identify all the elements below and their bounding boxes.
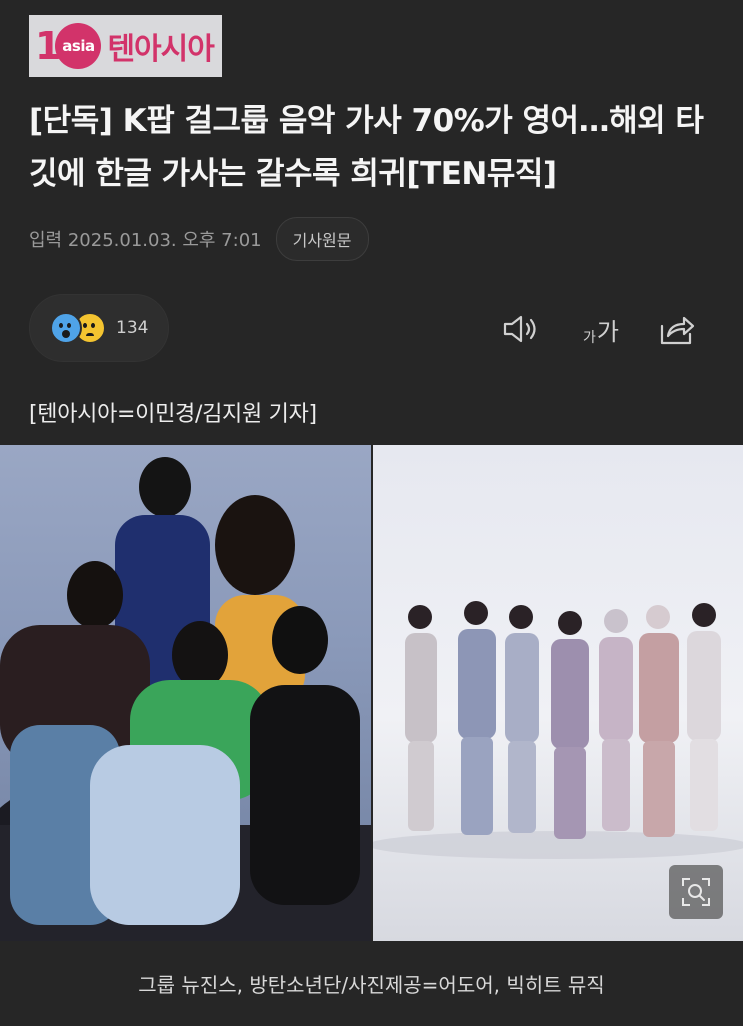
publish-date: 입력 2025.01.03. 오후 7:01: [29, 230, 262, 251]
font-size-icon: 가 가: [583, 312, 619, 347]
font-size-label-large: 가: [596, 317, 619, 346]
logo-mark: 1 asia: [35, 23, 102, 69]
logo-mark-circle: asia: [55, 23, 102, 69]
group-figures-left: [0, 457, 371, 941]
reaction-count: 134: [116, 318, 149, 338]
site-logo[interactable]: 1 asia 텐아시아: [29, 15, 222, 77]
font-size-label-small: 가: [583, 329, 596, 346]
logo-text: 텐아시아: [107, 32, 214, 67]
article-photo[interactable]: [0, 445, 743, 941]
zoom-icon: [682, 878, 710, 906]
article-headline: [단독] K팝 걸그룹 음악 가사 70%가 영어…해외 타깃에 한글 가사는 …: [29, 103, 704, 192]
group-photo-left: [0, 445, 371, 941]
reaction-button[interactable]: 134: [29, 294, 169, 362]
speaker-button[interactable]: [500, 308, 542, 350]
share-button[interactable]: [656, 308, 698, 350]
share-icon: [660, 316, 695, 345]
photo-caption: 그룹 뉴진스, 방탄소년단/사진제공=어도어, 빅히트 뮤직: [138, 973, 605, 997]
font-size-button[interactable]: 가 가: [576, 308, 626, 350]
byline: [텐아시아=이민경/김지원 기자]: [29, 402, 317, 427]
speaker-icon: [503, 315, 536, 343]
original-article-button[interactable]: 기사원문: [275, 217, 369, 261]
article-meta: 입력 2025.01.03. 오후 7:01 기사원문: [29, 217, 369, 261]
surprised-emoji-icon: [50, 312, 82, 344]
zoom-button[interactable]: [669, 865, 723, 919]
